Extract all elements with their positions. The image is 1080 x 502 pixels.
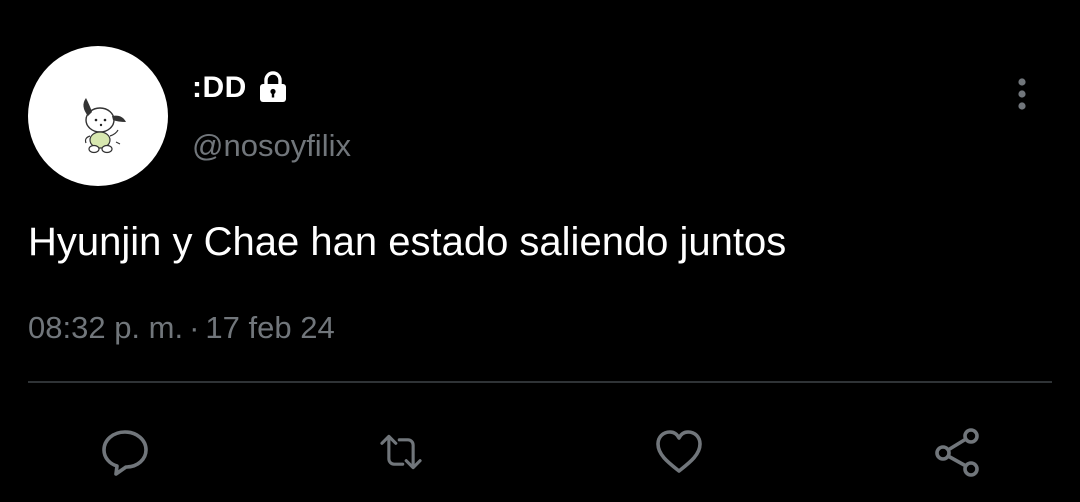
retweet-button[interactable] <box>373 424 429 480</box>
author-name-row[interactable]: :DD <box>192 68 291 108</box>
timestamp-separator: · <box>189 310 200 345</box>
pochacco-avatar-icon <box>83 98 126 154</box>
divider <box>28 381 1052 383</box>
display-name[interactable]: :DD <box>192 71 247 105</box>
tweet-time[interactable]: 08:32 p. m. <box>28 310 183 345</box>
retweet-icon <box>380 434 422 470</box>
more-vertical-icon <box>1018 78 1026 110</box>
tweet-text: Hyunjin y Chae han estado saliendo junto… <box>28 220 787 264</box>
more-options-button[interactable] <box>1000 70 1044 118</box>
author-handle[interactable]: @nosoyfilix <box>192 128 351 164</box>
tweet-timestamp[interactable]: 08:32 p. m. · 17 feb 24 <box>28 310 335 346</box>
tweet-card: :DD @nosoyfilix Hyunjin y Chae han estad… <box>0 0 1080 502</box>
reply-icon <box>102 430 148 476</box>
share-button[interactable] <box>929 424 985 480</box>
lock-icon <box>259 71 286 102</box>
reply-button[interactable] <box>97 424 153 480</box>
heart-icon <box>656 430 702 473</box>
avatar[interactable] <box>28 46 168 186</box>
tweet-date[interactable]: 17 feb 24 <box>205 310 334 345</box>
share-icon <box>935 428 979 477</box>
like-button[interactable] <box>651 424 707 480</box>
